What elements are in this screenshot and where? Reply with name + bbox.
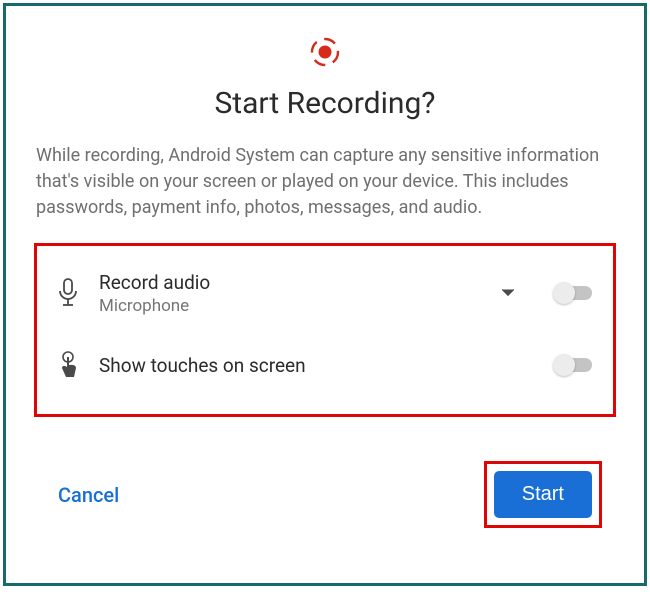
dialog-actions: Cancel Start [34, 461, 616, 528]
record-icon [309, 36, 341, 68]
option-text: Show touches on screen [99, 354, 535, 377]
start-button[interactable]: Start [494, 471, 592, 518]
option-subtitle: Microphone [99, 296, 481, 316]
option-show-touches[interactable]: Show touches on screen [55, 334, 595, 396]
dialog-body: While recording, Android System can capt… [34, 143, 616, 221]
show-touches-toggle[interactable] [553, 353, 595, 377]
microphone-icon [55, 278, 81, 308]
option-title: Record audio [99, 271, 481, 294]
record-audio-toggle[interactable] [553, 281, 595, 305]
cancel-button[interactable]: Cancel [58, 483, 119, 507]
start-highlight-box: Start [484, 461, 602, 528]
option-record-audio[interactable]: Record audio Microphone [55, 262, 595, 324]
option-text: Record audio Microphone [99, 271, 481, 316]
dialog-title: Start Recording? [34, 86, 616, 121]
options-highlight-box: Record audio Microphone Show t [34, 243, 616, 417]
option-title: Show touches on screen [99, 354, 535, 377]
touch-icon [55, 350, 81, 380]
dialog-frame: Start Recording? While recording, Androi… [3, 3, 647, 586]
chevron-down-icon[interactable] [499, 284, 517, 302]
record-icon-wrap [34, 36, 616, 68]
